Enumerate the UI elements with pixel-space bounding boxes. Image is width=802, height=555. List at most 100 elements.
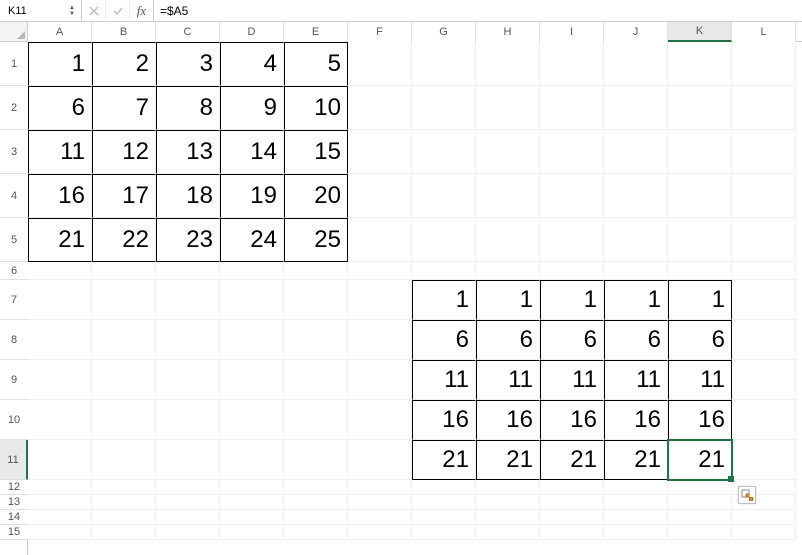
cell-H9[interactable]: 11	[476, 360, 540, 400]
cell-L8[interactable]	[732, 320, 796, 360]
cell-H15[interactable]	[476, 525, 540, 540]
cell-F3[interactable]	[348, 130, 412, 174]
cell-F10[interactable]	[348, 400, 412, 440]
name-box[interactable]: ▲ ▼	[0, 0, 82, 21]
cell-G8[interactable]: 6	[412, 320, 476, 360]
cell-J3[interactable]	[604, 130, 668, 174]
cell-G15[interactable]	[412, 525, 476, 540]
cell-C5[interactable]: 23	[156, 218, 220, 262]
column-header-I[interactable]: I	[540, 22, 604, 42]
cell-D2[interactable]: 9	[220, 86, 284, 130]
row-header-6[interactable]: 6	[0, 262, 28, 280]
cell-E2[interactable]: 10	[284, 86, 348, 130]
cell-G9[interactable]: 11	[412, 360, 476, 400]
cell-I7[interactable]: 1	[540, 280, 604, 320]
cell-I11[interactable]: 21	[540, 440, 604, 480]
cell-J7[interactable]: 1	[604, 280, 668, 320]
cell-C2[interactable]: 8	[156, 86, 220, 130]
cell-J12[interactable]	[604, 480, 668, 495]
cell-F14[interactable]	[348, 510, 412, 525]
cell-G14[interactable]	[412, 510, 476, 525]
cell-B10[interactable]	[92, 400, 156, 440]
cell-I8[interactable]: 6	[540, 320, 604, 360]
cell-B2[interactable]: 7	[92, 86, 156, 130]
cell-K3[interactable]	[668, 130, 732, 174]
cell-B7[interactable]	[92, 280, 156, 320]
active-cell-K11[interactable]	[668, 440, 732, 480]
cell-A13[interactable]	[28, 495, 92, 510]
cell-F6[interactable]	[348, 262, 412, 280]
row-header-4[interactable]: 4	[0, 174, 28, 218]
cell-L9[interactable]	[732, 360, 796, 400]
spinner-down-icon[interactable]: ▼	[69, 11, 75, 17]
cell-C7[interactable]	[156, 280, 220, 320]
cell-C12[interactable]	[156, 480, 220, 495]
cell-G3[interactable]	[412, 130, 476, 174]
cell-D9[interactable]	[220, 360, 284, 400]
cell-L3[interactable]	[732, 130, 796, 174]
row-header-2[interactable]: 2	[0, 86, 28, 130]
cell-B3[interactable]: 12	[92, 130, 156, 174]
cell-I6[interactable]	[540, 262, 604, 280]
cell-E15[interactable]	[284, 525, 348, 540]
cell-grid[interactable]: 1234567891011121314151617181920212223242…	[28, 42, 802, 555]
cell-F2[interactable]	[348, 86, 412, 130]
cell-G11[interactable]: 21	[412, 440, 476, 480]
cell-A5[interactable]: 21	[28, 218, 92, 262]
cell-J11[interactable]: 21	[604, 440, 668, 480]
cell-K8[interactable]: 6	[668, 320, 732, 360]
column-header-H[interactable]: H	[476, 22, 540, 42]
cell-B8[interactable]	[92, 320, 156, 360]
column-header-E[interactable]: E	[284, 22, 348, 42]
cell-I15[interactable]	[540, 525, 604, 540]
cell-A11[interactable]	[28, 440, 92, 480]
name-box-spinner[interactable]: ▲ ▼	[67, 5, 77, 17]
cell-I10[interactable]: 16	[540, 400, 604, 440]
cell-I3[interactable]	[540, 130, 604, 174]
cell-E12[interactable]	[284, 480, 348, 495]
cell-L5[interactable]	[732, 218, 796, 262]
cell-A9[interactable]	[28, 360, 92, 400]
cell-C11[interactable]	[156, 440, 220, 480]
row-header-7[interactable]: 7	[0, 280, 28, 320]
cell-E1[interactable]: 5	[284, 42, 348, 86]
cell-C9[interactable]	[156, 360, 220, 400]
cell-G1[interactable]	[412, 42, 476, 86]
cell-J6[interactable]	[604, 262, 668, 280]
cell-K1[interactable]	[668, 42, 732, 86]
cell-D6[interactable]	[220, 262, 284, 280]
cell-F9[interactable]	[348, 360, 412, 400]
row-header-1[interactable]: 1	[0, 42, 28, 86]
fill-handle[interactable]	[728, 476, 734, 482]
cell-H12[interactable]	[476, 480, 540, 495]
cell-B9[interactable]	[92, 360, 156, 400]
cell-J4[interactable]	[604, 174, 668, 218]
cell-G13[interactable]	[412, 495, 476, 510]
cell-B15[interactable]	[92, 525, 156, 540]
cell-H11[interactable]: 21	[476, 440, 540, 480]
row-header-15[interactable]: 15	[0, 525, 28, 540]
cell-L2[interactable]	[732, 86, 796, 130]
cell-L1[interactable]	[732, 42, 796, 86]
row-header-13[interactable]: 13	[0, 495, 28, 510]
cell-G2[interactable]	[412, 86, 476, 130]
column-header-F[interactable]: F	[348, 22, 412, 42]
cell-J14[interactable]	[604, 510, 668, 525]
formula-input[interactable]	[154, 0, 802, 21]
column-header-D[interactable]: D	[220, 22, 284, 42]
cell-D5[interactable]: 24	[220, 218, 284, 262]
column-header-B[interactable]: B	[92, 22, 156, 42]
column-header-G[interactable]: G	[412, 22, 476, 42]
cell-K6[interactable]	[668, 262, 732, 280]
cell-E14[interactable]	[284, 510, 348, 525]
cell-E7[interactable]	[284, 280, 348, 320]
cell-D13[interactable]	[220, 495, 284, 510]
cell-L11[interactable]	[732, 440, 796, 480]
cell-F7[interactable]	[348, 280, 412, 320]
cell-A7[interactable]	[28, 280, 92, 320]
cell-E3[interactable]: 15	[284, 130, 348, 174]
cell-H6[interactable]	[476, 262, 540, 280]
cell-H4[interactable]	[476, 174, 540, 218]
cell-H3[interactable]	[476, 130, 540, 174]
cell-A2[interactable]: 6	[28, 86, 92, 130]
